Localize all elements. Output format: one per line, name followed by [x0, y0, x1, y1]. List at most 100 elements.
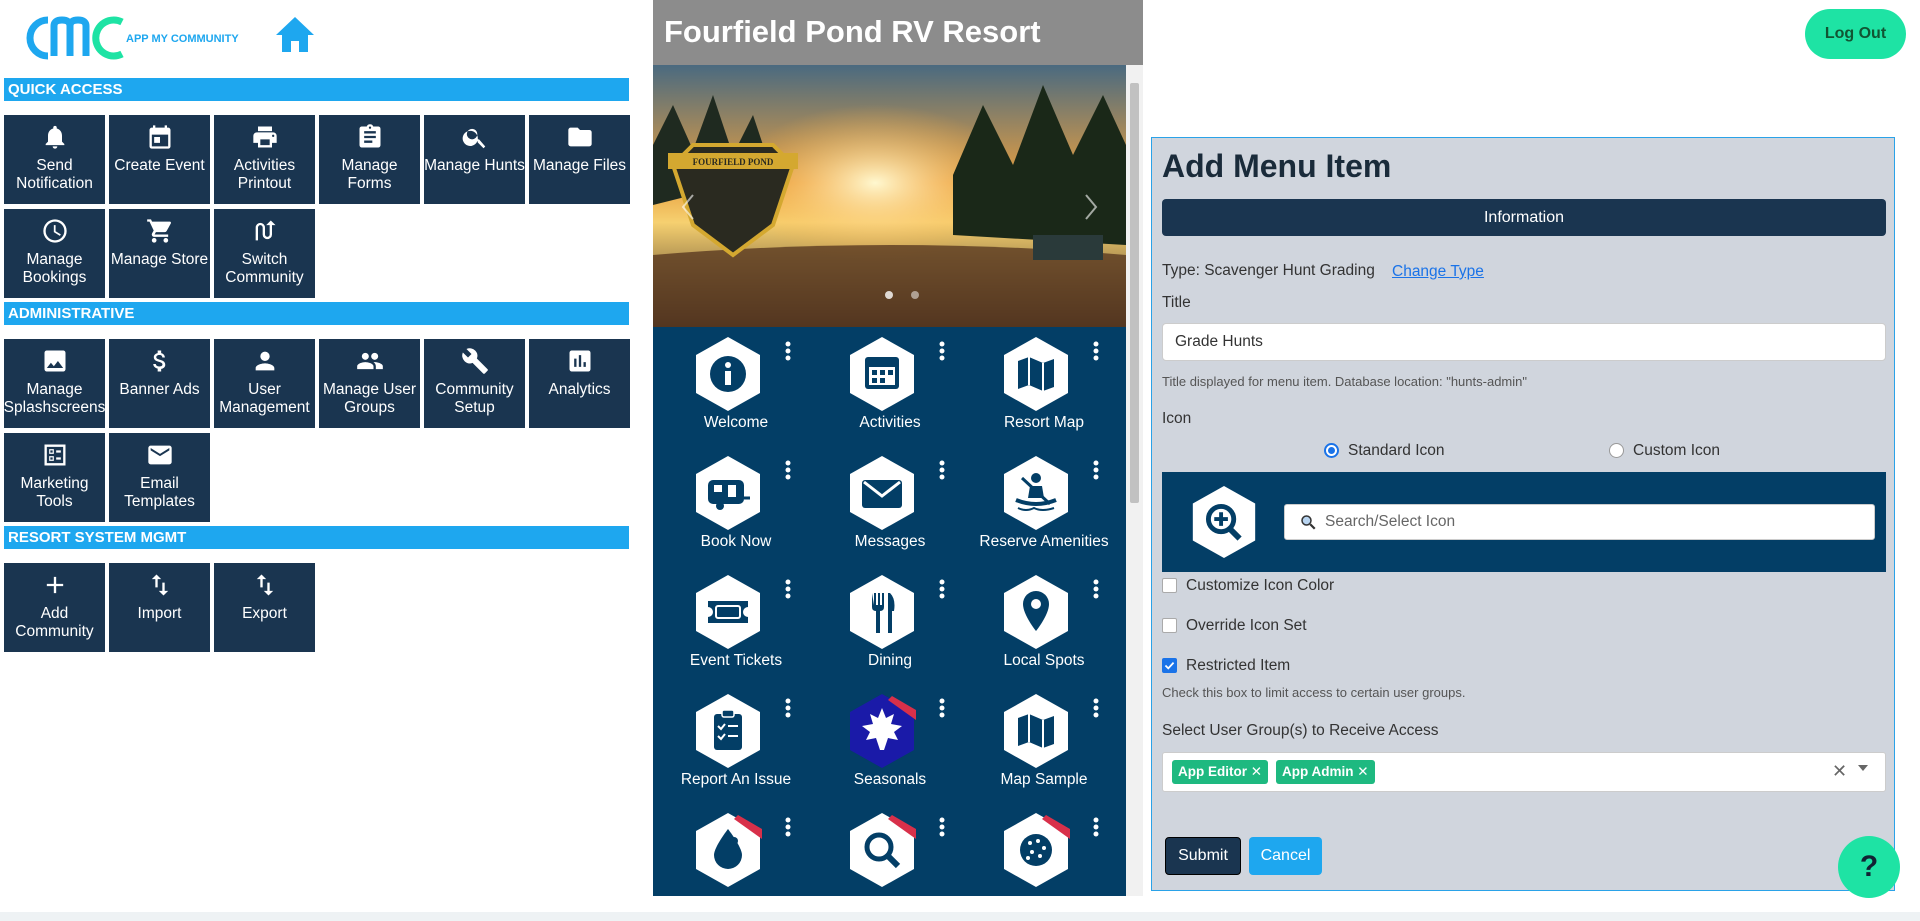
more-options-icon[interactable]	[1093, 460, 1099, 480]
more-options-icon[interactable]	[785, 341, 791, 361]
customize-icon-color-checkbox[interactable]	[1162, 578, 1177, 593]
menu-item-drop[interactable]	[657, 803, 815, 896]
image-icon	[44, 350, 65, 372]
app-my-community-logo[interactable]: APP MY COMMUNITY	[18, 12, 258, 62]
create-event-button[interactable]: Create Event	[109, 115, 210, 204]
title-help-text: Title displayed for menu item. Database …	[1162, 374, 1527, 389]
standard-icon-radio[interactable]	[1324, 443, 1339, 458]
custom-icon-radio[interactable]	[1609, 443, 1624, 458]
tab-information[interactable]: Information	[1162, 199, 1886, 236]
manage-user-groups-button[interactable]: Manage User Groups	[319, 339, 420, 428]
title-input[interactable]: Grade Hunts	[1162, 323, 1886, 361]
switch-icon	[255, 220, 275, 241]
menu-item-magnify[interactable]	[811, 803, 969, 896]
map-icon	[1004, 694, 1068, 768]
menu-item-resort-map[interactable]: Resort Map	[965, 327, 1123, 446]
mail-icon	[147, 445, 172, 465]
export-icon	[256, 574, 273, 596]
menu-item-event-tickets[interactable]: Event Tickets	[657, 565, 815, 684]
restricted-item-checkbox[interactable]	[1162, 658, 1177, 673]
logout-button[interactable]: Log Out	[1805, 9, 1906, 59]
switch-community-button[interactable]: Switch Community	[214, 209, 315, 298]
menu-item-activities[interactable]: Activities	[811, 327, 969, 446]
send-notification-button[interactable]: Send Notification	[4, 115, 105, 204]
more-options-icon[interactable]	[939, 698, 945, 718]
menu-item-ball[interactable]	[965, 803, 1123, 896]
activities-printout-button[interactable]: Activities Printout	[214, 115, 315, 204]
more-options-icon[interactable]	[785, 817, 791, 837]
chart-icon	[569, 350, 590, 372]
more-options-icon[interactable]	[1093, 817, 1099, 837]
clock-icon	[42, 219, 67, 243]
page-footer-strip	[0, 912, 1920, 921]
calendar-icon	[149, 125, 170, 149]
import-button[interactable]: Import	[109, 563, 210, 652]
analytics-button[interactable]: Analytics	[529, 339, 630, 428]
more-options-icon[interactable]	[1093, 341, 1099, 361]
more-options-icon[interactable]	[939, 460, 945, 480]
manage-splashscreens-button[interactable]: Manage Splashscreens	[4, 339, 105, 428]
magnify-icon	[850, 813, 916, 887]
more-options-icon[interactable]	[939, 817, 945, 837]
dollar-icon	[152, 350, 165, 372]
more-options-icon[interactable]	[1093, 698, 1099, 718]
menu-item-messages[interactable]: Messages	[811, 446, 969, 565]
help-button[interactable]: ?	[1838, 836, 1900, 898]
form-heading: Add Menu Item	[1162, 148, 1392, 184]
envelope-icon	[850, 456, 914, 530]
chevron-down-icon[interactable]	[1858, 765, 1868, 771]
preview-scrollbar-thumb[interactable]	[1130, 83, 1139, 503]
submit-button[interactable]: Submit	[1165, 837, 1241, 875]
change-type-link[interactable]: Change Type	[1392, 263, 1484, 281]
logo-text: APP MY COMMUNITY	[126, 33, 239, 45]
type-text: Type: Scavenger Hunt Grading	[1162, 262, 1375, 279]
menu-item-map-sample[interactable]: Map Sample	[965, 684, 1123, 803]
menu-item-seasonals[interactable]: Seasonals	[811, 684, 969, 803]
ball-icon	[1004, 813, 1070, 887]
more-options-icon[interactable]	[785, 698, 791, 718]
more-options-icon[interactable]	[785, 579, 791, 599]
remove-tag-icon[interactable]: ✕	[1251, 764, 1262, 779]
menu-item-welcome[interactable]: Welcome	[657, 327, 815, 446]
banner-ads-button[interactable]: Banner Ads	[109, 339, 210, 428]
app-menu-grid: Welcome Activities Resort Map Book Now M…	[653, 327, 1126, 896]
clear-selection-icon[interactable]: ✕	[1832, 761, 1847, 782]
menu-item-dining[interactable]: Dining	[811, 565, 969, 684]
checkmark-icon	[1164, 662, 1175, 670]
search-icon	[1301, 515, 1316, 530]
menu-item-book-now[interactable]: Book Now	[657, 446, 815, 565]
more-options-icon[interactable]	[785, 460, 791, 480]
cancel-button[interactable]: Cancel	[1249, 837, 1322, 875]
manage-hunts-button[interactable]: Manage Hunts	[424, 115, 525, 204]
manage-store-button[interactable]: Manage Store	[109, 209, 210, 298]
group-tag-app-admin: App Admin ✕	[1276, 760, 1375, 784]
manage-bookings-button[interactable]: Manage Bookings	[4, 209, 105, 298]
user-groups-select[interactable]: App Editor ✕ App Admin ✕ ✕	[1162, 752, 1886, 792]
more-options-icon[interactable]	[939, 341, 945, 361]
manage-forms-button[interactable]: Manage Forms	[319, 115, 420, 204]
home-icon[interactable]	[274, 14, 316, 54]
email-templates-button[interactable]: Email Templates	[109, 433, 210, 522]
preview-scrollbar[interactable]	[1126, 65, 1143, 896]
more-options-icon[interactable]	[939, 579, 945, 599]
user-icon	[255, 351, 274, 371]
community-setup-button[interactable]: Community Setup	[424, 339, 525, 428]
override-icon-set-checkbox[interactable]	[1162, 618, 1177, 633]
menu-item-report-an-issue[interactable]: Report An Issue	[657, 684, 815, 803]
menu-item-local-spots[interactable]: Local Spots	[965, 565, 1123, 684]
add-community-button[interactable]: Add Community	[4, 563, 105, 652]
icon-search-input[interactable]: Search/Select Icon	[1284, 504, 1875, 540]
user-management-button[interactable]: User Management	[214, 339, 315, 428]
magnify-plus-icon[interactable]	[1190, 484, 1258, 560]
icon-selector: Search/Select Icon	[1162, 472, 1886, 572]
customize-icon-color-label: Customize Icon Color	[1186, 577, 1335, 594]
clipboard-check-icon	[696, 694, 760, 768]
remove-tag-icon[interactable]: ✕	[1357, 764, 1368, 779]
export-button[interactable]: Export	[214, 563, 315, 652]
more-options-icon[interactable]	[1093, 579, 1099, 599]
marketing-tools-button[interactable]: Marketing Tools	[4, 433, 105, 522]
banner-carousel[interactable]: FOURFIELD POND	[653, 65, 1126, 327]
manage-files-button[interactable]: Manage Files	[529, 115, 630, 204]
title-label: Title	[1162, 294, 1191, 311]
menu-item-reserve-amenities[interactable]: Reserve Amenities	[965, 446, 1123, 565]
